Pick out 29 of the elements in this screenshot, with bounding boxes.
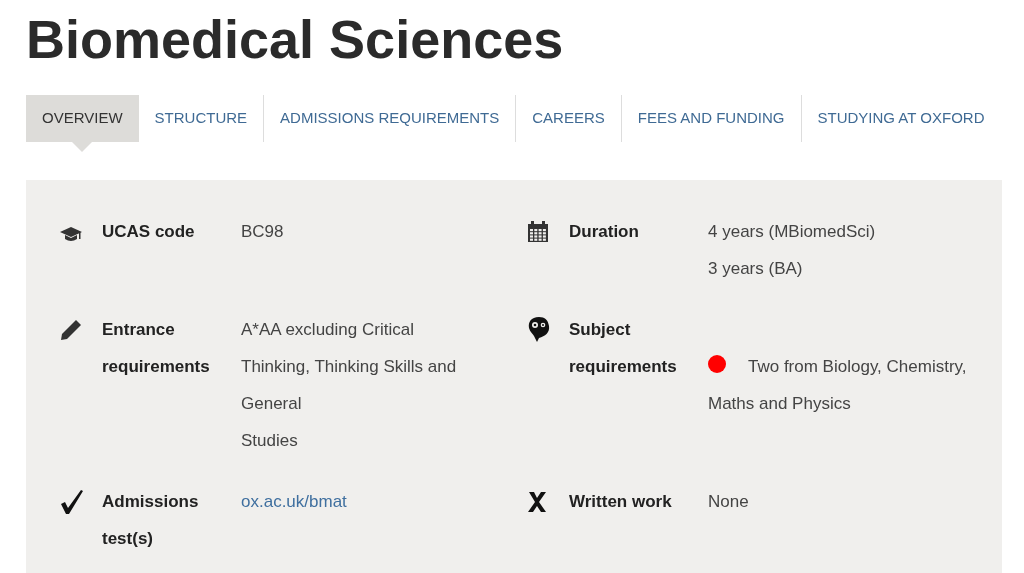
tab-pointer: [72, 142, 92, 152]
fact-value: 4 years (MBiomedSci): [708, 221, 877, 243]
page-title: Biomedical Sciences: [26, 8, 565, 71]
tab[interactable]: FEES AND FUNDING: [620, 95, 801, 142]
fact-value: Thinking, Thinking Skills and: [241, 356, 458, 378]
fact-value: None: [708, 491, 750, 513]
calendar-icon: [527, 220, 549, 243]
fact-value: 3 years (BA): [708, 258, 804, 280]
fact-value: Two from Biology, Chemistry, Maths and Physics: [708, 356, 968, 415]
tab[interactable]: STRUCTURE: [138, 95, 264, 142]
fact-value: A*AA excluding Critical: [241, 319, 415, 341]
fact-label: Entrance requirements: [102, 319, 211, 378]
fact-label: UCAS code: [102, 221, 196, 243]
tab[interactable]: ADMISSIONS REQUIREMENTS: [263, 95, 516, 142]
tab[interactable]: STUDYING AT OXFORD: [800, 95, 1001, 142]
fact-label: Duration: [569, 221, 640, 243]
fact-label: Admissions test(s): [102, 491, 200, 550]
test-link[interactable]: ox.ac.uk/bmat: [241, 492, 347, 511]
checkmark-icon: [60, 488, 84, 515]
fact-label: Subject requirements: [569, 319, 678, 378]
pencil-icon: [60, 318, 82, 341]
fact-value: General: [241, 393, 303, 415]
graduation-cap-icon: [60, 225, 82, 242]
head-icon: [527, 316, 551, 343]
cross-icon: [527, 490, 547, 513]
tab[interactable]: CAREERS: [515, 95, 621, 142]
fact-label: Written work: [569, 491, 673, 513]
fact-value: Studies: [241, 430, 299, 452]
fact-value: BC98: [241, 221, 285, 243]
